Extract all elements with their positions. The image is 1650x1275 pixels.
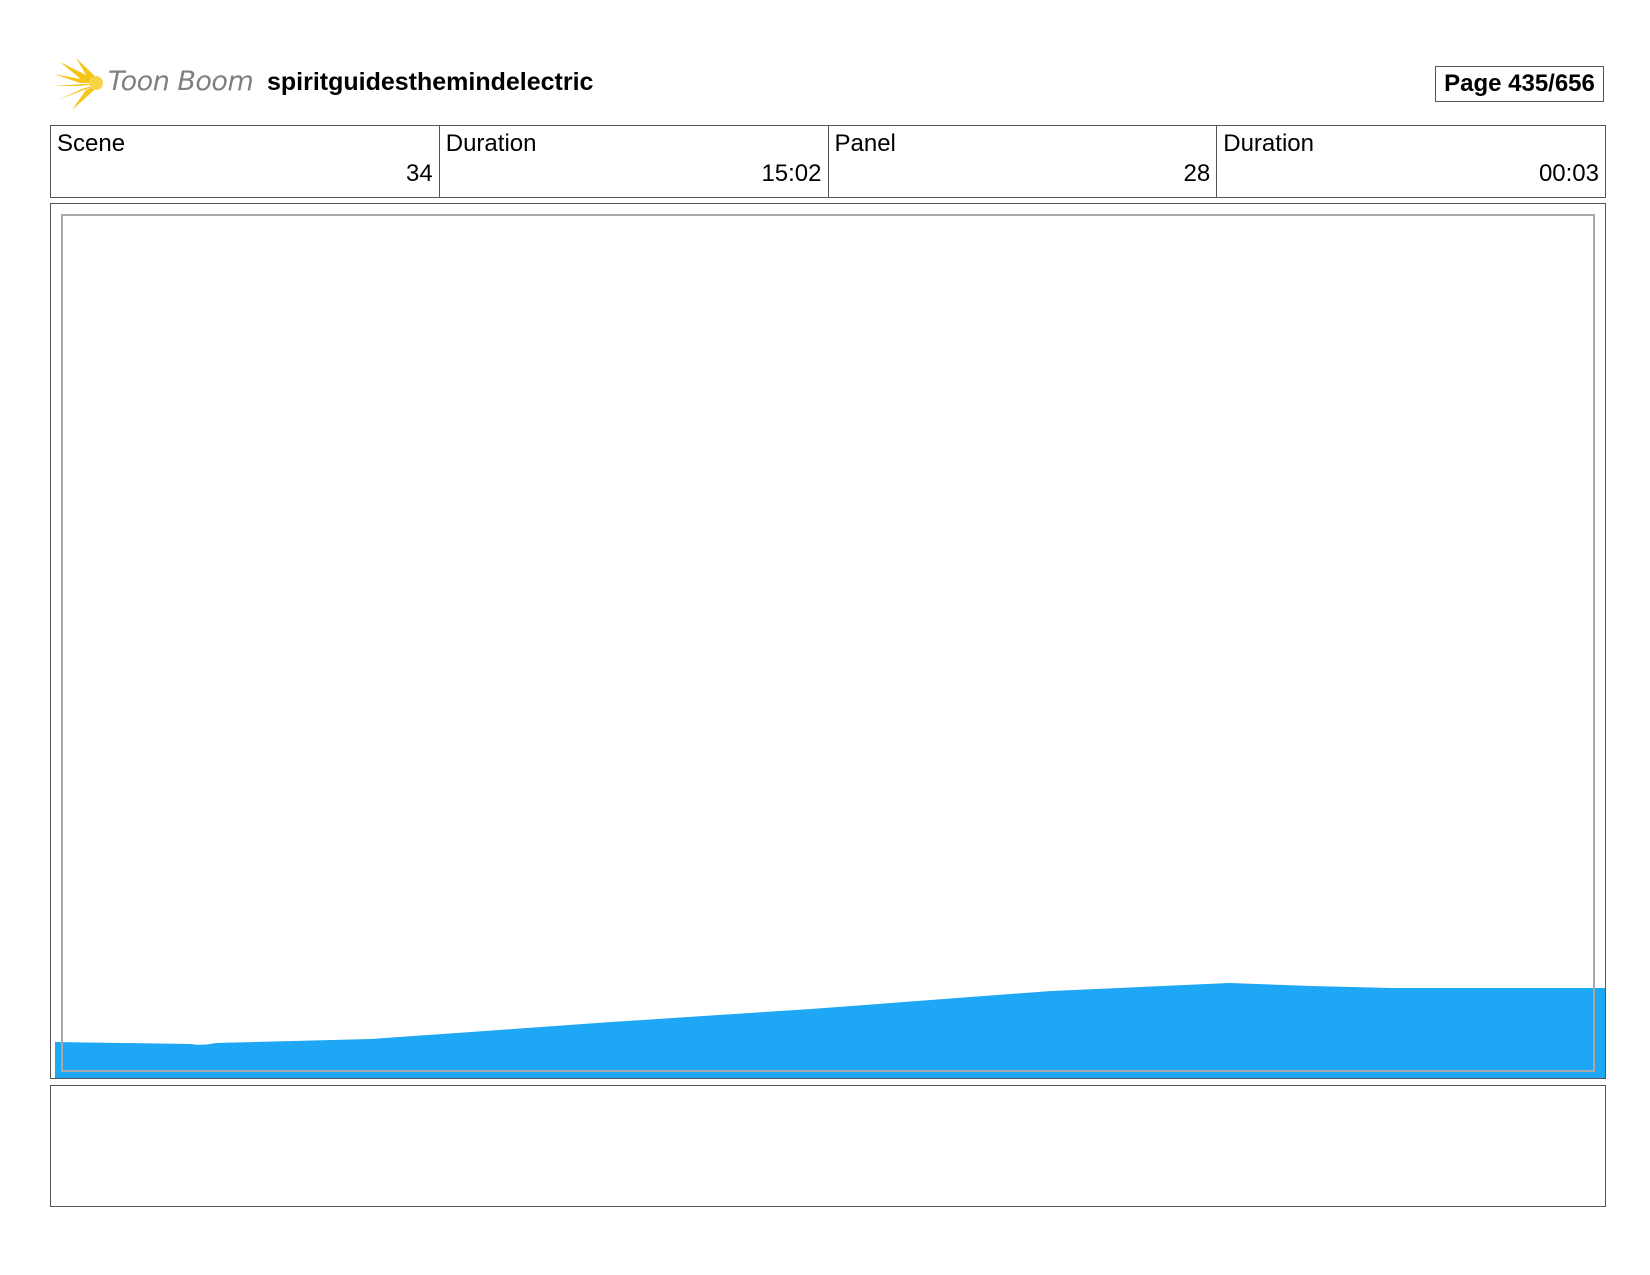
panel-label: Panel xyxy=(834,130,896,157)
panel-value: 28 xyxy=(1183,160,1211,187)
scene-duration-cell: Duration 15:02 xyxy=(440,126,829,197)
scene-duration-value: 15:02 xyxy=(761,160,822,187)
panel-info-table: Scene 34 Duration 15:02 Panel 28 Duratio… xyxy=(50,125,1606,198)
panel-duration-label: Duration xyxy=(1223,130,1314,157)
camera-frame xyxy=(61,214,1595,1072)
brand-name: Toon Boom xyxy=(108,66,254,97)
scene-duration-label: Duration xyxy=(445,130,537,157)
page-indicator: Page 435/656 xyxy=(1435,66,1604,102)
sun-burst-icon xyxy=(52,58,103,110)
panel-duration-cell: Duration 00:03 xyxy=(1217,126,1605,197)
scene-label: Scene xyxy=(57,130,126,157)
storyboard-panel xyxy=(50,203,1606,1079)
notes-box xyxy=(50,1085,1606,1207)
project-title: spiritguidesthemindelectric xyxy=(267,68,594,96)
scene-cell: Scene 34 xyxy=(51,126,440,197)
scene-value: 34 xyxy=(406,160,433,187)
panel-duration-value: 00:03 xyxy=(1538,160,1599,187)
toon-boom-logo: Toon Boom xyxy=(52,56,254,112)
panel-cell: Panel 28 xyxy=(829,126,1218,197)
